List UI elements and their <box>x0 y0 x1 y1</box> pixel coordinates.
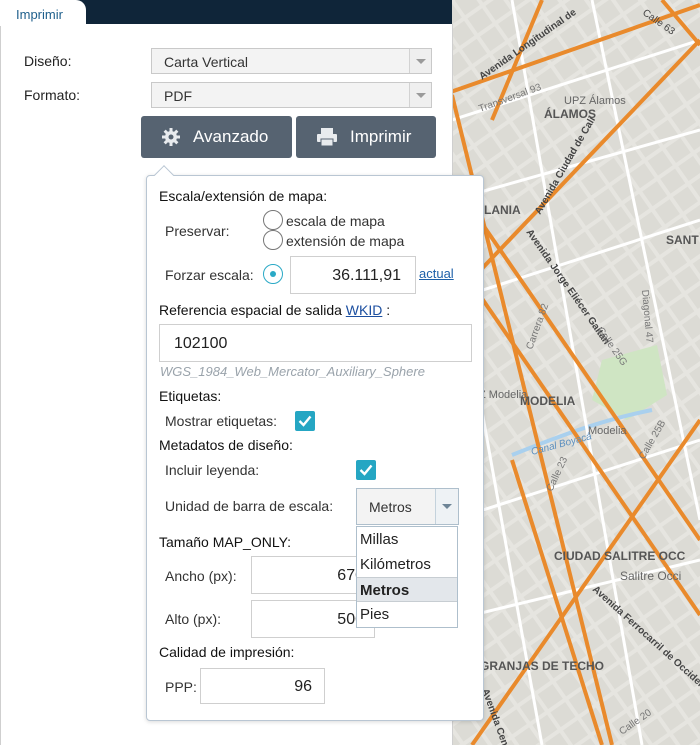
map-label: Salitre Occi <box>620 569 681 583</box>
layout-select-value: Carta Vertical <box>164 54 249 70</box>
advanced-options-popover: Escala/extensión de mapa: Preservar: esc… <box>146 165 484 721</box>
printer-icon <box>317 128 337 147</box>
preserve-extent-radio[interactable] <box>263 230 283 250</box>
show-labels-checkbox[interactable] <box>295 411 315 431</box>
preserve-extent-label: extensión de mapa <box>286 233 405 249</box>
sr-heading: Referencia espacial de salida WKID : <box>159 302 390 318</box>
map-label: SANT <box>666 233 699 247</box>
preserve-label: Preservar: <box>165 223 230 239</box>
print-button[interactable]: Imprimir <box>296 116 436 158</box>
map-label: MODELIA <box>520 394 576 408</box>
map-only-heading: Tamaño MAP_ONLY: <box>159 534 292 550</box>
map-label: Modelia <box>588 425 627 437</box>
scale-heading: Escala/extensión de mapa: <box>159 188 328 204</box>
map-label: CIUDAD SALITRE OCC <box>554 549 686 563</box>
force-scale-radio[interactable] <box>263 264 283 284</box>
wkid-input[interactable]: 102100 <box>159 324 472 362</box>
gear-icon <box>162 128 180 146</box>
scalebar-unit-options: Millas Kilómetros Metros Pies <box>356 526 458 628</box>
width-label: Ancho (px): <box>165 568 237 584</box>
chevron-down-icon[interactable] <box>409 83 431 107</box>
layout-select[interactable]: Carta Vertical <box>151 48 432 74</box>
wkid-name: WGS_1984_Web_Mercator_Auxiliary_Sphere <box>160 364 425 379</box>
scalebar-unit-value: Metros <box>369 499 412 515</box>
unit-option-kilometers[interactable]: Kilómetros <box>357 552 457 577</box>
current-scale-link[interactable]: actual <box>419 266 454 281</box>
checkmark-icon <box>298 415 312 427</box>
unit-option-miles[interactable]: Millas <box>357 527 457 552</box>
map-label: GRANJAS DE TECHO <box>480 659 604 673</box>
preserve-scale-label: escala de mapa <box>286 213 385 229</box>
include-legend-checkbox[interactable] <box>356 460 376 480</box>
scalebar-unit-label: Unidad de barra de escala: <box>165 498 334 514</box>
unit-option-meters[interactable]: Metros <box>357 577 457 602</box>
print-button-label: Imprimir <box>350 127 412 146</box>
sr-heading-text: Referencia espacial de salida <box>159 302 342 318</box>
preserve-scale-radio[interactable] <box>263 210 283 230</box>
dpi-label: PPP: <box>165 679 197 695</box>
advanced-button-label: Avanzado <box>193 127 269 146</box>
advanced-button[interactable]: Avanzado <box>141 116 292 158</box>
sr-colon: : <box>386 302 391 318</box>
dpi-input[interactable]: 96 <box>200 668 325 704</box>
format-select-value: PDF <box>164 88 192 104</box>
tab-print[interactable]: Imprimir <box>0 0 86 26</box>
checkmark-icon <box>359 464 373 476</box>
metadata-heading: Metadatos de diseño: <box>159 437 293 453</box>
map-canvas[interactable]: Avenida Longitudinal de Calle 63 Transve… <box>452 0 700 745</box>
height-label: Alto (px): <box>165 611 222 627</box>
chevron-down-icon[interactable] <box>409 49 431 73</box>
force-scale-input[interactable]: 36.111,91 <box>290 256 416 294</box>
map-label: UPZ Álamos <box>564 94 626 107</box>
include-legend-label: Incluir leyenda: <box>165 462 260 478</box>
unit-option-feet[interactable]: Pies <box>357 602 457 627</box>
scalebar-unit-select[interactable]: Metros <box>356 488 459 525</box>
force-scale-label: Forzar escala: <box>165 267 254 283</box>
quality-heading: Calidad de impresión: <box>159 644 295 660</box>
format-label: Formato: <box>24 87 81 103</box>
format-select[interactable]: PDF <box>151 82 432 108</box>
labels-heading: Etiquetas: <box>159 388 222 404</box>
chevron-down-icon[interactable] <box>435 489 458 524</box>
show-labels-label: Mostrar etiquetas: <box>165 413 278 429</box>
map-view[interactable]: Avenida Longitudinal de Calle 63 Transve… <box>452 0 700 745</box>
layout-label: Diseño: <box>24 53 72 69</box>
wkid-link[interactable]: WKID <box>346 302 383 318</box>
